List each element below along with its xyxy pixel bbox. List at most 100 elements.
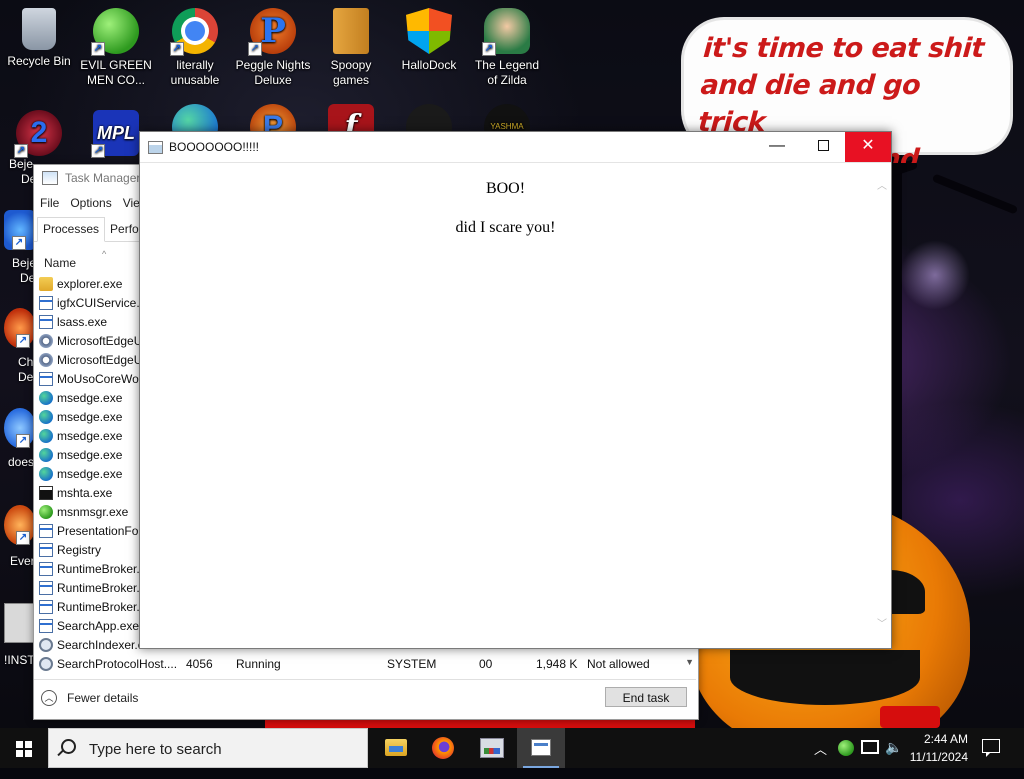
process-name: MicrosoftEdgeUpdate.exe [57,353,141,367]
process-win-icon [39,600,53,614]
task-manager-icon [42,171,58,185]
process-win-icon [39,619,53,633]
taskbar-search[interactable] [48,728,368,768]
process-name: msedge.exe [57,448,123,462]
process-uac: Not allowed [587,657,650,671]
process-edge-icon [39,410,53,424]
recycle-bin-icon [22,8,56,50]
tab-processes[interactable]: Processes [37,217,106,242]
desktop-icon-bejeweled-2[interactable]: 2 ↗ [1,110,77,160]
bejeweled-icon[interactable]: ↗ [4,210,36,250]
taskbar-mshta-window[interactable] [517,728,565,768]
desktop-icon-recycle-bin[interactable]: Recycle Bin [1,8,77,69]
process-edge-icon [39,448,53,462]
process-edge-icon [39,391,53,405]
desktop-icon-partial-label[interactable]: !INST [4,653,35,668]
app-icon[interactable]: ↗ [4,408,36,448]
process-win-icon [39,581,53,595]
menu-file[interactable]: File [40,196,59,210]
scroll-down-arrow-icon[interactable]: ﹀ [877,615,887,630]
start-button[interactable] [0,728,48,768]
search-input[interactable] [87,737,361,761]
desktop-icon-label: Spoopy games [330,58,372,87]
end-task-button[interactable]: End task [605,687,687,707]
scroll-down-arrow-icon[interactable]: ▼ [685,657,694,667]
folder-icon [333,8,369,54]
process-win-icon [39,315,53,329]
sort-arrow-icon: ^ [102,249,107,259]
red-banner [880,706,940,728]
clock-time: 2:44 AM [923,732,968,746]
taskbar-file-explorer[interactable] [371,728,419,768]
msn-messenger-tray-icon[interactable] [838,740,854,756]
clock[interactable]: 2:44 AM 11/11/2024 [906,730,968,766]
mpl-icon: MPL ↗ [91,110,139,158]
process-user: SYSTEM [387,657,437,671]
popup-title: BOOOOOOO!!!!! [169,140,260,154]
process-name: SearchApp.exe [57,619,140,633]
desktop-icon-label: literally unusable [170,58,220,87]
taskbar-firefox[interactable] [419,728,467,768]
windows-logo-icon [16,741,32,757]
process-name: mshta.exe [57,486,113,500]
process-memory: 1,948 K [536,657,578,671]
window-icon [531,739,551,756]
peggle-icon: P ↗ [248,8,296,56]
window-app-icon [148,141,163,154]
process-win-icon [39,543,53,557]
desktop-icon-label: Peggle Nights Deluxe [235,58,311,87]
taskbar-task-manager[interactable] [468,728,516,768]
process-name: igfxCUIService.exe [57,296,141,310]
desktop-icon-hallodock[interactable]: HalloDock [391,8,467,73]
process-status: Running [236,657,281,671]
process-name: explorer.exe [57,277,123,291]
desktop-icon-peggle-nights[interactable]: P ↗ Peggle Nights Deluxe [235,8,311,88]
taskbar: ︿ 🔈 2:44 AM 11/11/2024 [0,728,1024,768]
popup-titlebar[interactable]: BOOOOOOO!!!!! — ✕ [140,132,891,163]
process-row[interactable]: SearchProtocolHost.... 4056 Running SYSTEM 0… [34,655,696,674]
green-men-icon: ↗ [91,8,139,56]
desktop-icon-label: HalloDock [401,58,457,72]
boo-popup-window[interactable]: BOOOOOOO!!!!! — ✕ BOO! did I scare you! … [139,131,892,649]
firefox-icon [432,737,454,759]
minimize-button[interactable]: — [754,132,800,162]
process-name: msedge.exe [57,467,123,481]
fewer-details-link[interactable]: Fewer details [67,691,138,705]
show-hidden-icons-chevron-icon[interactable]: ︿ [814,739,827,779]
close-button[interactable]: ✕ [845,132,891,162]
chevron-up-icon[interactable]: ︿ [41,690,57,706]
process-name: msedge.exe [57,429,123,443]
task-manager-icon [480,738,504,758]
installer-icon[interactable] [4,603,36,643]
clock-date: 11/11/2024 [909,750,968,764]
desktop-icon-literally-unusable[interactable]: ↗ literally unusable [157,8,233,88]
desktop-icon-partial-label[interactable]: Ever [10,554,35,569]
window-title: Task Manager [65,171,141,185]
process-name: MoUsoCoreWorker.exe [57,372,141,386]
process-search-icon [39,638,53,652]
desktop-icon-partial-label[interactable]: does [8,455,34,470]
process-name: lsass.exe [57,315,108,329]
windows-shield-icon [406,8,452,54]
app-icon[interactable]: ↗ [4,505,36,545]
desktop-icon-label: Recycle Bin [7,54,71,68]
volume-icon[interactable]: 🔈 [885,739,902,779]
column-name-header[interactable]: Name [44,256,76,270]
chuzzle-icon[interactable]: ↗ [4,308,36,348]
maximize-button[interactable] [800,132,846,162]
scroll-up-arrow-icon[interactable]: ︿ [877,177,887,192]
network-icon[interactable] [861,740,879,754]
desktop-icon-spoopy-games[interactable]: Spoopy games [313,8,389,88]
process-win-icon [39,562,53,576]
desktop-icon-partial-label[interactable]: Ch De [18,355,33,385]
process-win-icon [39,372,53,386]
notification-center-icon[interactable] [982,739,1000,757]
menu-options[interactable]: Options [70,196,111,210]
bubble-line-2: and die and go trick [697,70,922,138]
process-name: PresentationFontCache.exe [57,524,141,538]
process-edge-icon [39,467,53,481]
desktop-icon-legend-of-zilda[interactable]: ↗ The Legend of Zilda [469,8,545,88]
desktop-icon-evil-green-men[interactable]: ↗ EVIL GREEN MEN CO... [78,8,154,88]
process-name: Registry [57,543,102,557]
search-icon [61,739,76,754]
